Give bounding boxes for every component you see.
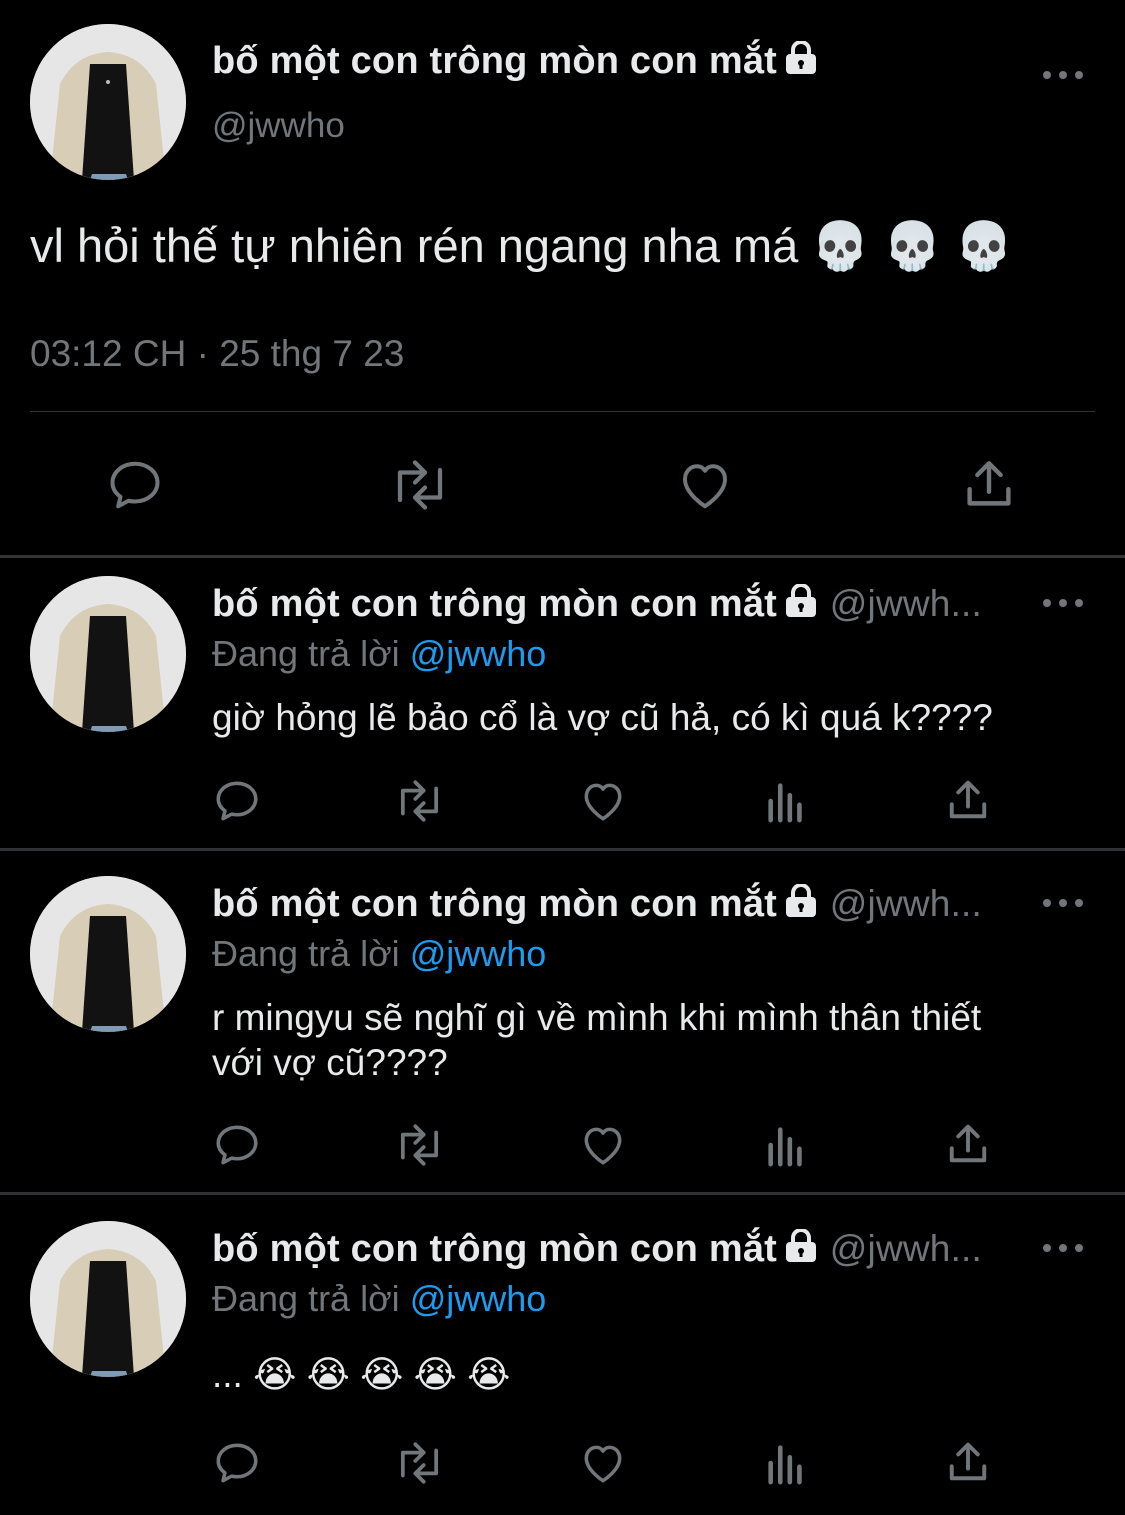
views-button[interactable] — [764, 1122, 808, 1168]
lock-icon — [783, 40, 819, 85]
reply-icon — [110, 461, 160, 509]
handle[interactable]: @jwwho — [212, 106, 345, 146]
more-icon[interactable] — [1043, 69, 1083, 81]
display-name-text: bố một con trông mòn con mắt — [212, 883, 778, 925]
retweet-button[interactable] — [392, 1438, 447, 1488]
reply-icon — [216, 1443, 258, 1483]
handle[interactable]: @jwwh... — [830, 1228, 982, 1269]
display-name: bố một con trông mòn con mắt @jwwh... — [212, 883, 982, 928]
retweet-icon — [397, 460, 443, 510]
share-icon — [949, 1124, 987, 1163]
divider — [30, 411, 1095, 412]
retweet-button[interactable] — [387, 455, 453, 515]
retweet-button[interactable] — [392, 1120, 447, 1170]
views-icon — [768, 1445, 802, 1485]
avatar-photo — [30, 876, 186, 1032]
display-name: bố một con trông mòn con mắt @jwwh... — [212, 583, 982, 628]
share-icon — [949, 780, 987, 819]
tweet-separator — [0, 555, 1125, 558]
like-icon — [584, 1127, 622, 1165]
mention-link[interactable]: @jwwho — [410, 933, 547, 974]
like-icon — [584, 783, 622, 821]
avatar[interactable] — [30, 24, 186, 180]
lock-icon — [783, 883, 819, 928]
tweet-date[interactable]: 25 thg 7 23 — [219, 333, 404, 374]
tweet-text: ... 😭 😭 😭 😭 😭 — [212, 1352, 510, 1397]
avatar[interactable] — [30, 876, 186, 1032]
lock-icon — [783, 583, 819, 628]
handle[interactable]: @jwwh... — [830, 883, 982, 924]
reply-icon — [216, 781, 258, 821]
views-button[interactable] — [764, 778, 808, 824]
tweet-text: r mingyu sẽ nghĩ gì về mình khi mình thâ… — [212, 995, 981, 1085]
reply-button[interactable] — [212, 776, 262, 826]
tweet-separator — [0, 1192, 1125, 1195]
like-icon — [683, 464, 727, 509]
reply-button[interactable] — [105, 455, 165, 515]
tweet-time[interactable]: 03:12 CH — [30, 333, 186, 374]
share-button[interactable] — [942, 1118, 994, 1170]
more-icon[interactable] — [1043, 1242, 1083, 1254]
avatar[interactable] — [30, 1221, 186, 1377]
views-button[interactable] — [764, 1440, 808, 1486]
reply-button[interactable] — [212, 1120, 262, 1170]
avatar-photo — [30, 576, 186, 732]
avatar-photo — [30, 24, 186, 180]
share-button[interactable] — [942, 774, 994, 826]
avatar-photo — [30, 1221, 186, 1377]
reply-button[interactable] — [212, 1438, 262, 1488]
like-button[interactable] — [578, 776, 628, 826]
retweet-icon — [400, 1442, 439, 1484]
tweet-text-line: r mingyu sẽ nghĩ gì về mình khi mình thâ… — [212, 997, 982, 1038]
share-icon — [949, 1442, 987, 1481]
share-button[interactable] — [942, 1436, 994, 1488]
tweet-text: vl hỏi thế tự nhiên rén ngang nha má 💀 💀… — [30, 219, 1014, 272]
share-icon — [967, 461, 1011, 506]
retweet-icon — [400, 780, 439, 822]
retweet-button[interactable] — [392, 776, 447, 826]
display-name: bố một con trông mòn con mắt @jwwh... — [212, 1228, 982, 1273]
like-button[interactable] — [675, 455, 735, 515]
replying-prefix: Đang trả lời — [212, 1278, 400, 1319]
display-name-text: bố một con trông mòn con mắt — [212, 40, 778, 82]
replying-to: Đang trả lời @jwwho — [212, 1278, 546, 1320]
more-icon[interactable] — [1043, 897, 1083, 909]
tweet-meta: 03:12 CH · 25 thg 7 23 — [30, 333, 404, 375]
like-icon — [584, 1445, 622, 1483]
tweet-text-line: ... 😭 😭 😭 😭 😭 — [212, 1354, 511, 1395]
avatar[interactable] — [30, 576, 186, 732]
handle[interactable]: @jwwh... — [830, 583, 982, 624]
like-button[interactable] — [578, 1438, 628, 1488]
mention-link[interactable]: @jwwho — [410, 633, 547, 674]
tweet-text: giờ hỏng lẽ bảo cổ là vợ cũ hả, có kì qu… — [212, 695, 993, 740]
replying-prefix: Đang trả lời — [212, 633, 400, 674]
like-button[interactable] — [578, 1120, 628, 1170]
reply-icon — [216, 1125, 258, 1165]
meta-separator: · — [196, 333, 209, 374]
replying-to: Đang trả lời @jwwho — [212, 933, 546, 975]
replying-to: Đang trả lời @jwwho — [212, 633, 546, 675]
display-name-text: bố một con trông mòn con mắt — [212, 583, 778, 625]
mention-link[interactable]: @jwwho — [410, 1278, 547, 1319]
tweet-text-line: giờ hỏng lẽ bảo cổ là vợ cũ hả, có kì qu… — [212, 697, 993, 738]
replying-prefix: Đang trả lời — [212, 933, 400, 974]
retweet-icon — [400, 1124, 439, 1166]
views-icon — [768, 783, 802, 823]
display-name: bố một con trông mòn con mắt — [212, 40, 819, 85]
lock-icon — [783, 1228, 819, 1273]
tweet-text-line: với vợ cũ???? — [212, 1042, 448, 1083]
tweet-separator — [0, 848, 1125, 851]
views-icon — [768, 1127, 802, 1167]
share-button[interactable] — [958, 453, 1020, 515]
more-icon[interactable] — [1043, 597, 1083, 609]
display-name-text: bố một con trông mòn con mắt — [212, 1228, 778, 1270]
